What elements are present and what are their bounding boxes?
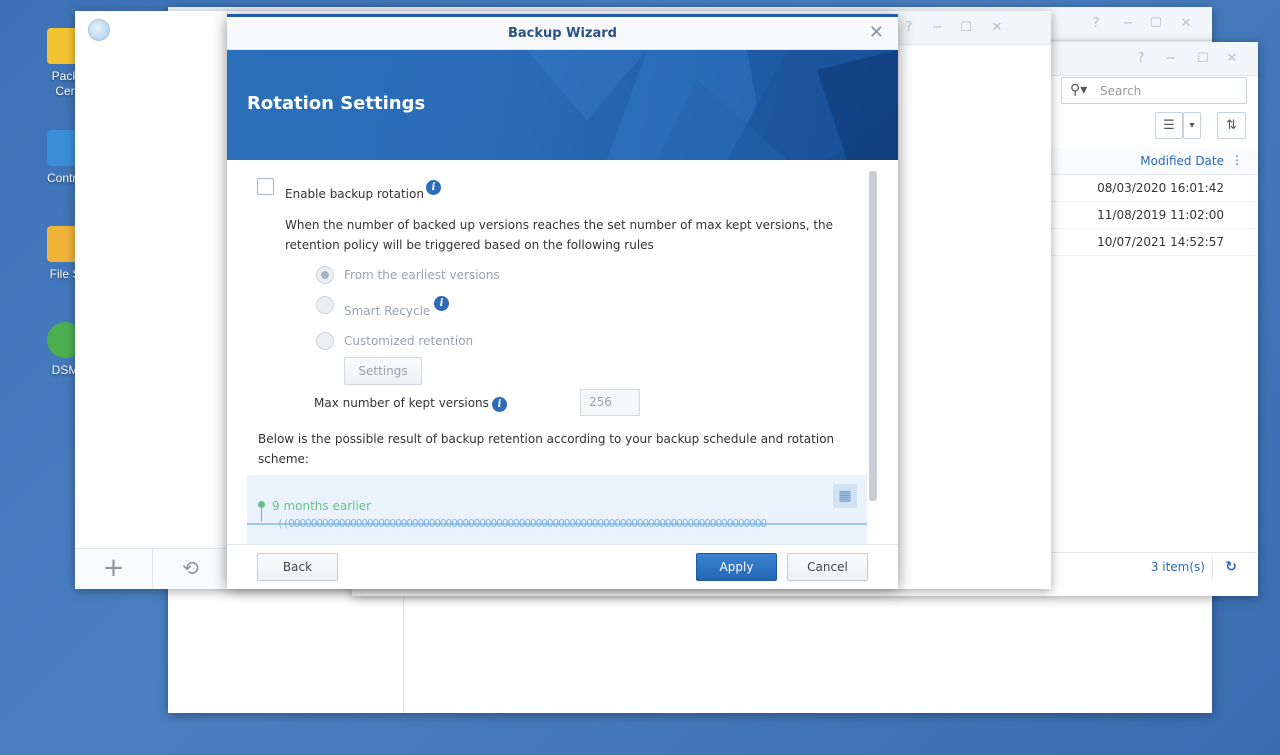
column-menu-icon[interactable]: ⋮ (1231, 153, 1243, 167)
back-button[interactable]: Back (257, 553, 338, 581)
page-title: Rotation Settings (247, 93, 426, 114)
minimize-icon[interactable]: − (925, 11, 949, 45)
table-row[interactable]: 11/08/2019 11:02:00 (1052, 202, 1257, 229)
apply-button[interactable]: Apply (696, 553, 777, 581)
help-icon[interactable]: ? (1129, 42, 1153, 76)
hyper-backup-logo-icon (88, 19, 110, 41)
search-icon[interactable]: ⚲▾ (1070, 82, 1087, 98)
desktop: { "desktop": { "icons": [ {"label": "Pac… (0, 0, 1280, 755)
retention-timeline: 9 months earlier ((OOOOOOOOOOOOOOOOOOOOO… (247, 475, 867, 545)
close-icon[interactable]: ✕ (1174, 7, 1198, 41)
timeline-label: 9 months earlier (272, 499, 372, 513)
radio-customized-retention[interactable] (316, 332, 334, 350)
list-view-button[interactable]: ☰ (1155, 112, 1183, 139)
result-description: Below is the possible result of backup r… (258, 432, 835, 446)
column-header[interactable]: Modified Date ⋮ (1052, 148, 1257, 175)
description-text-2: retention policy will be triggered based… (285, 238, 654, 252)
info-icon[interactable]: i (434, 296, 449, 311)
close-icon[interactable]: ✕ (985, 11, 1009, 45)
minimize-icon[interactable]: − (1159, 42, 1183, 76)
wizard-banner: Rotation Settings (227, 50, 898, 160)
radio-label-earliest-versions[interactable]: From the earliest versions (344, 268, 500, 282)
table-row[interactable]: 10/07/2021 14:52:57 (1052, 229, 1257, 256)
help-icon[interactable]: ? (897, 11, 921, 45)
scrollbar[interactable] (869, 171, 877, 501)
search-input[interactable]: ⚲▾ Search (1061, 77, 1247, 104)
modified-date-cell: 10/07/2021 14:52:57 (1097, 235, 1224, 249)
enable-rotation-label[interactable]: Enable backup rotation (285, 187, 424, 201)
search-placeholder: Search (1100, 84, 1142, 98)
refresh-icon[interactable]: ↻ (1225, 559, 1237, 575)
task-list-panel (75, 11, 228, 589)
radio-label-customized-retention[interactable]: Customized retention (344, 334, 473, 348)
table-row[interactable]: 08/03/2020 16:01:42 (1052, 175, 1257, 202)
minimize-icon[interactable]: − (1116, 7, 1140, 41)
maximize-icon[interactable]: ☐ (1191, 42, 1215, 76)
maximize-icon[interactable]: ☐ (1144, 7, 1168, 41)
timeline-version-points: ((OOOOOOOOOOOOOOOOOOOOOOOOOOOOOOOOOOOOOO… (277, 517, 767, 530)
dialog-title: Backup Wizard ✕ (227, 17, 898, 50)
radio-smart-recycle[interactable] (316, 296, 334, 314)
help-icon[interactable]: ? (1084, 7, 1108, 41)
sort-button[interactable]: ⇅ (1217, 112, 1246, 139)
modified-date-cell: 08/03/2020 16:01:42 (1097, 181, 1224, 195)
maximize-icon[interactable]: ☐ (954, 11, 978, 45)
view-dropdown-button[interactable]: ▾ (1183, 112, 1201, 139)
scrollbar-thumb[interactable] (869, 171, 877, 501)
timeline-marker (258, 501, 265, 508)
add-icon[interactable]: + (75, 548, 152, 589)
modified-date-header[interactable]: Modified Date (1140, 154, 1224, 168)
radio-earliest-versions[interactable] (316, 266, 334, 284)
result-description-2: scheme: (258, 452, 309, 466)
panel-divider (403, 585, 404, 713)
window-titlebar: ? − ☐ ✕ (897, 11, 1051, 45)
info-icon[interactable]: i (492, 397, 507, 412)
settings-button[interactable]: Settings (344, 357, 422, 385)
status-separator (1212, 557, 1213, 579)
timeline-marker-stem (261, 508, 262, 522)
dialog-title-text: Backup Wizard (508, 26, 617, 41)
wizard-content: Enable backup rotation i When the number… (227, 160, 898, 545)
radio-label-smart-recycle[interactable]: Smart Recycle (344, 304, 430, 318)
max-versions-label: Max number of kept versions (314, 396, 489, 410)
item-count: 3 item(s) (1150, 560, 1205, 574)
close-icon[interactable]: ✕ (869, 23, 884, 43)
close-icon[interactable]: ✕ (1220, 42, 1244, 76)
info-icon[interactable]: i (426, 180, 441, 195)
backup-history-icon[interactable]: ⟲ (152, 548, 228, 589)
dialog-footer: Back Apply Cancel (227, 544, 898, 589)
description-text: When the number of backed up versions re… (285, 218, 834, 232)
status-bar: 3 item(s) ↻ (1052, 552, 1257, 582)
cancel-button[interactable]: Cancel (787, 553, 868, 581)
enable-rotation-checkbox[interactable] (257, 178, 274, 195)
calendar-icon[interactable]: ▦ (833, 484, 857, 508)
backup-wizard-dialog: Backup Wizard ✕ Rotation Settings Enable… (227, 14, 898, 589)
modified-date-cell: 11/08/2019 11:02:00 (1097, 208, 1224, 222)
max-versions-input[interactable]: 256 (580, 389, 640, 416)
